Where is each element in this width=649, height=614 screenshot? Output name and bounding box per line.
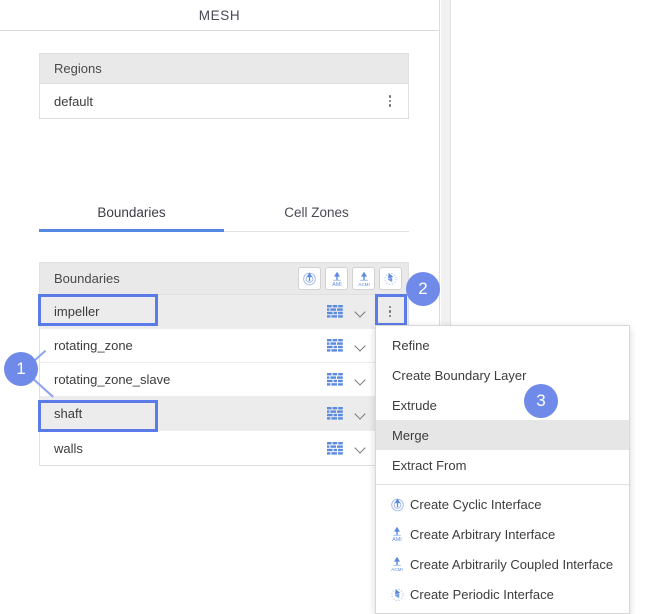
create-arbitrarily-coupled-interface-button[interactable]: ACMI (352, 267, 375, 290)
brick-wall-icon[interactable] (327, 305, 344, 318)
periodic-interface-icon (384, 272, 397, 286)
menu-item-merge[interactable]: Merge (376, 420, 629, 450)
boundary-row-label: rotating_zone_slave (54, 372, 171, 387)
brick-wall-icon[interactable] (327, 339, 344, 352)
step-badge-3: 3 (524, 384, 558, 418)
boundaries-header-label: Boundaries (54, 271, 120, 286)
ami-icon: AMI (384, 526, 410, 542)
panel-header: MESH (0, 0, 439, 31)
boundary-row-label: shaft (54, 406, 83, 421)
menu-item-label: Create Boundary Layer (392, 367, 527, 383)
create-arbitrary-interface-button[interactable]: AMI (325, 267, 348, 290)
boundary-row-label: impeller (54, 304, 100, 319)
regions-card-header: Regions (40, 54, 408, 84)
menu-item-refine[interactable]: Refine (376, 330, 629, 360)
menu-item-label: Extract From (392, 457, 467, 473)
regions-header-label: Regions (54, 61, 102, 76)
boundary-row-label: walls (54, 440, 83, 456)
menu-item-label: Create Arbitrary Interface (410, 526, 556, 542)
boundaries-celzones-tabs: Boundaries Cell Zones (39, 205, 409, 232)
boundaries-card: Boundaries AMI ACMI impeller rotating_zo… (39, 262, 409, 466)
svg-text:ACMI: ACMI (391, 567, 402, 572)
chevron-down-icon[interactable] (354, 441, 368, 455)
menu-item-create-arbitrary-interface[interactable]: AMI Create Arbitrary Interface (376, 519, 629, 549)
menu-item-label: Create Periodic Interface (410, 586, 554, 602)
cyclic-interface-icon (303, 272, 316, 286)
menu-item-label: Extrude (392, 397, 437, 413)
boundaries-toolbar: AMI ACMI (298, 267, 402, 290)
boundary-row-label: rotating_zone (54, 338, 133, 353)
brick-wall-icon[interactable] (327, 373, 344, 386)
menu-item-create-boundary-layer[interactable]: Create Boundary Layer (376, 360, 629, 390)
menu-item-label: Create Arbitrarily Coupled Interface (410, 556, 614, 572)
tab-cell-zones[interactable]: Cell Zones (224, 205, 409, 232)
menu-item-create-arbitrarily-coupled-interface[interactable]: ACMI Create Arbitrarily Coupled Interfac… (376, 549, 629, 579)
context-menu: Refine Create Boundary Layer Extrude Mer… (375, 325, 630, 614)
acmi-icon: ACMI (384, 556, 410, 572)
periodic-interface-icon (384, 587, 410, 602)
row-icons (327, 299, 402, 325)
table-row[interactable]: rotating_zone_slave (40, 363, 408, 397)
create-cyclic-interface-button[interactable] (298, 267, 321, 290)
step-badge-2: 2 (406, 272, 440, 306)
menu-item-create-cyclic-interface[interactable]: Create Cyclic Interface (376, 489, 629, 519)
menu-item-extrude[interactable]: Extrude (376, 390, 629, 420)
menu-item-label: Create Cyclic Interface (410, 496, 542, 512)
menu-item-label: Merge (392, 427, 429, 443)
kebab-icon[interactable] (378, 299, 402, 325)
table-row[interactable]: walls (40, 431, 408, 465)
menu-item-extract-from[interactable]: Extract From (376, 450, 629, 480)
chevron-down-icon[interactable] (354, 407, 368, 421)
boundaries-card-header: Boundaries AMI ACMI (40, 263, 408, 295)
brick-wall-icon[interactable] (327, 407, 344, 420)
tab-boundaries[interactable]: Boundaries (39, 205, 224, 232)
chevron-down-icon[interactable] (354, 305, 368, 319)
menu-item-create-periodic-interface[interactable]: Create Periodic Interface (376, 579, 629, 609)
region-row-label: default (54, 93, 94, 109)
brick-wall-icon[interactable] (327, 441, 344, 455)
table-row[interactable]: rotating_zone (40, 329, 408, 363)
table-row[interactable]: impeller (40, 295, 408, 329)
create-periodic-interface-button[interactable] (379, 267, 402, 290)
chevron-down-icon[interactable] (354, 373, 368, 387)
chevron-down-icon[interactable] (354, 339, 368, 353)
acmi-icon: ACMI (358, 271, 369, 287)
cyclic-interface-icon (384, 497, 410, 512)
region-row-default[interactable]: default (40, 84, 408, 118)
svg-text:AMI: AMI (392, 537, 401, 542)
mesh-panel: MESH Regions default Boundaries Cell Zon… (0, 0, 440, 603)
svg-text:ACMI: ACMI (358, 282, 369, 287)
menu-item-label: Refine (392, 337, 430, 353)
menu-divider (376, 484, 629, 485)
regions-card: Regions default (39, 53, 409, 119)
page-title: MESH (198, 7, 241, 23)
ami-icon: AMI (332, 271, 341, 287)
svg-text:AMI: AMI (332, 282, 341, 287)
step-badge-1: 1 (4, 352, 38, 386)
kebab-icon[interactable] (382, 91, 398, 111)
table-row[interactable]: shaft (40, 397, 408, 431)
